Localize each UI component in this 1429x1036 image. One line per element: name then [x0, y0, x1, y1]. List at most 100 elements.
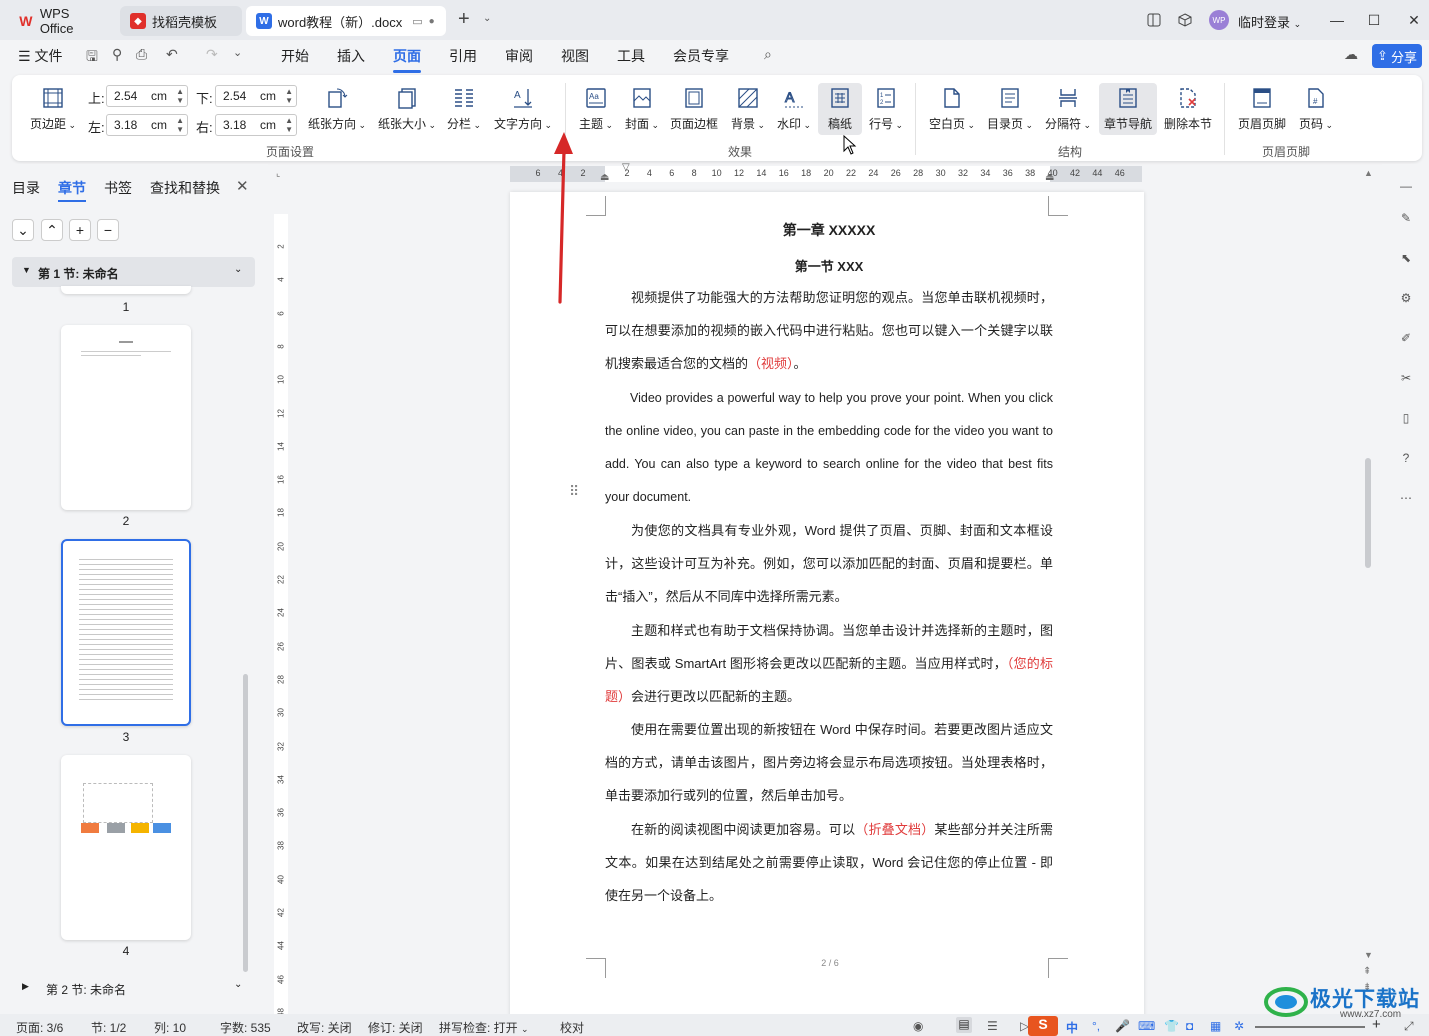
- section-nav-button[interactable]: 章节导航: [1099, 83, 1157, 135]
- status-revision[interactable]: 修订: 关闭: [368, 1019, 423, 1036]
- undo-icon[interactable]: ↶: [166, 46, 178, 63]
- status-spellcheck[interactable]: 拼写检查: 打开 ⌄: [439, 1019, 529, 1036]
- outline-view-icon[interactable]: ☰: [987, 1019, 998, 1033]
- toc-page-button[interactable]: 目录页 ⌄: [984, 85, 1036, 132]
- menu-page[interactable]: 页面: [393, 46, 421, 73]
- chevron-down-icon[interactable]: ⌄: [234, 979, 242, 990]
- menu-references[interactable]: 引用: [449, 46, 477, 66]
- tab-find-replace[interactable]: 查找和替换: [150, 178, 220, 198]
- spinner-icon[interactable]: ▲ ▼: [285, 87, 293, 105]
- ime-cn-icon[interactable]: 中: [1066, 1019, 1078, 1036]
- tab-document[interactable]: W word教程（新）.docx ▭ ●: [246, 6, 446, 36]
- layout-icon[interactable]: [1142, 8, 1166, 32]
- blank-page-button[interactable]: 空白页 ⌄: [926, 85, 978, 132]
- section-1-header[interactable]: ▼ 第 1 节: 未命名 ⌄: [12, 257, 255, 287]
- status-section[interactable]: 节: 1/2: [91, 1019, 126, 1036]
- adjust-icon[interactable]: ⚙: [1396, 288, 1416, 308]
- watermark-button[interactable]: A 水印 ⌄: [774, 85, 814, 132]
- collapse-up-icon[interactable]: ⌃: [41, 219, 63, 241]
- keyboard-icon[interactable]: ⌨: [1138, 1019, 1155, 1033]
- theme-button[interactable]: Aa 主题 ⌄: [576, 85, 616, 132]
- drag-handle-icon[interactable]: ⠿: [569, 484, 579, 498]
- cloud-icon[interactable]: ☁: [1344, 46, 1358, 63]
- close-icon[interactable]: ✕: [1402, 8, 1426, 32]
- sogou-ime-icon[interactable]: S: [1028, 1016, 1058, 1036]
- ime-punct-icon[interactable]: °,: [1092, 1019, 1100, 1033]
- maximize-icon[interactable]: ☐: [1362, 8, 1386, 32]
- game-icon[interactable]: ◘: [1186, 1019, 1193, 1033]
- status-page[interactable]: 页面: 3/6: [16, 1019, 63, 1036]
- horizontal-ruler[interactable]: 6 4 2 2 4 6 8 10 12 14 16 18 20 22 24 26 28 30 32 34 36 38 40 4…: [510, 162, 1142, 183]
- spinner-icon[interactable]: ▲ ▼: [285, 116, 293, 134]
- cube-icon[interactable]: [1173, 8, 1197, 32]
- skin-icon[interactable]: 👕: [1164, 1019, 1179, 1033]
- background-button[interactable]: 背景 ⌄: [728, 85, 768, 132]
- tab-sections[interactable]: 章节: [58, 178, 86, 198]
- select-pointer-icon[interactable]: ⬉: [1396, 248, 1416, 268]
- line-number-button[interactable]: 12 行号 ⌄: [866, 85, 906, 132]
- document-scrollbar[interactable]: [1365, 458, 1371, 568]
- tab-bookmarks[interactable]: 书签: [104, 178, 132, 198]
- eye-icon[interactable]: ◉: [913, 1019, 923, 1033]
- menu-member[interactable]: 会员专享: [673, 46, 729, 66]
- more-icon[interactable]: ⋯: [1396, 488, 1416, 508]
- add-section-icon[interactable]: +: [69, 219, 91, 241]
- menu-view[interactable]: 视图: [561, 46, 589, 66]
- page-view-icon[interactable]: ▤: [956, 1017, 972, 1033]
- microphone-icon[interactable]: 🎤: [1115, 1019, 1130, 1033]
- margin-left-input[interactable]: 3.18 cm ▲ ▼: [106, 114, 188, 136]
- minimize-icon[interactable]: —: [1325, 8, 1349, 32]
- page-number-button[interactable]: # 页码 ⌄: [1296, 85, 1336, 132]
- book-icon[interactable]: ▯: [1396, 408, 1416, 428]
- columns-button[interactable]: 分栏 ⌄: [444, 85, 484, 132]
- help-icon[interactable]: ?: [1396, 448, 1416, 468]
- vertical-ruler[interactable]: 2 4 6 8 10 12 14 16 18 20 22 24 26 28 30 32 34 36 38 40 42 44…: [274, 214, 288, 1017]
- quick-access-chevron-icon[interactable]: ⌄: [233, 46, 242, 59]
- page-thumbnail-1[interactable]: [61, 286, 191, 294]
- tab-list-chevron-icon[interactable]: ⌄: [483, 13, 491, 24]
- menu-review[interactable]: 审阅: [505, 46, 533, 66]
- monitor-icon[interactable]: ▭: [412, 15, 422, 28]
- orientation-button[interactable]: 纸张方向 ⌄: [306, 85, 368, 132]
- status-column[interactable]: 列: 10: [154, 1019, 186, 1036]
- first-line-indent-icon[interactable]: ▽: [622, 162, 630, 173]
- prev-page-icon[interactable]: ⇞: [1363, 966, 1371, 977]
- pen-icon[interactable]: ✎: [1396, 208, 1416, 228]
- margin-top-input[interactable]: 2.54 cm ▲ ▼: [106, 85, 188, 107]
- menu-tools[interactable]: 工具: [617, 46, 645, 66]
- redo-icon[interactable]: ↷: [206, 46, 218, 63]
- settings-icon[interactable]: ✲: [1234, 1019, 1244, 1033]
- page-thumbnail-2[interactable]: [61, 325, 191, 510]
- apps-icon[interactable]: ▦: [1210, 1019, 1221, 1033]
- chevron-down-icon[interactable]: ⌄: [234, 264, 242, 275]
- menu-insert[interactable]: 插入: [337, 46, 365, 66]
- tab-toc[interactable]: 目录: [12, 178, 40, 198]
- left-indent-icon[interactable]: ⏏: [600, 172, 609, 183]
- share-link-icon[interactable]: ⚲: [112, 46, 122, 63]
- cover-button[interactable]: 封面 ⌄: [622, 85, 662, 132]
- document-page[interactable]: 第一章 XXXXX 第一节 XXX 视频提供了功能强大的方法帮助您证明您的观点。…: [510, 192, 1144, 1022]
- manuscript-paper-button[interactable]: 稿纸: [818, 83, 862, 135]
- panel-scrollbar[interactable]: [243, 674, 248, 972]
- tab-template[interactable]: ◆ 找稻壳模板: [120, 6, 242, 36]
- brush-icon[interactable]: ✐: [1396, 328, 1416, 348]
- zoom-slider[interactable]: [1255, 1026, 1365, 1028]
- text-direction-button[interactable]: A 文字方向 ⌄: [492, 85, 554, 132]
- section-2-header[interactable]: ▶ 第 2 节: 未命名 ⌄: [12, 976, 255, 1000]
- scroll-down-icon[interactable]: ▼: [1364, 950, 1373, 960]
- collapse-down-icon[interactable]: ⌄: [12, 219, 34, 241]
- page-thumbnail-3[interactable]: [61, 539, 191, 726]
- spinner-icon[interactable]: ▲ ▼: [176, 87, 184, 105]
- header-footer-button[interactable]: 页眉页脚: [1236, 85, 1288, 132]
- ruler-corner-icon[interactable]: ⌞: [276, 168, 286, 178]
- page-border-button[interactable]: 页面边框: [668, 85, 720, 132]
- avatar[interactable]: WP: [1209, 10, 1229, 30]
- margin-right-input[interactable]: 3.18 cm ▲ ▼: [215, 114, 297, 136]
- status-overwrite[interactable]: 改写: 关闭: [297, 1019, 352, 1036]
- status-words[interactable]: 字数: 535: [220, 1019, 271, 1036]
- save-icon[interactable]: 🖫: [86, 46, 98, 70]
- file-menu[interactable]: ☰ 文件: [18, 46, 62, 66]
- collapse-icon[interactable]: —: [1396, 176, 1416, 196]
- new-tab-button[interactable]: +: [458, 8, 470, 31]
- delete-section-button[interactable]: 删除本节: [1162, 85, 1214, 132]
